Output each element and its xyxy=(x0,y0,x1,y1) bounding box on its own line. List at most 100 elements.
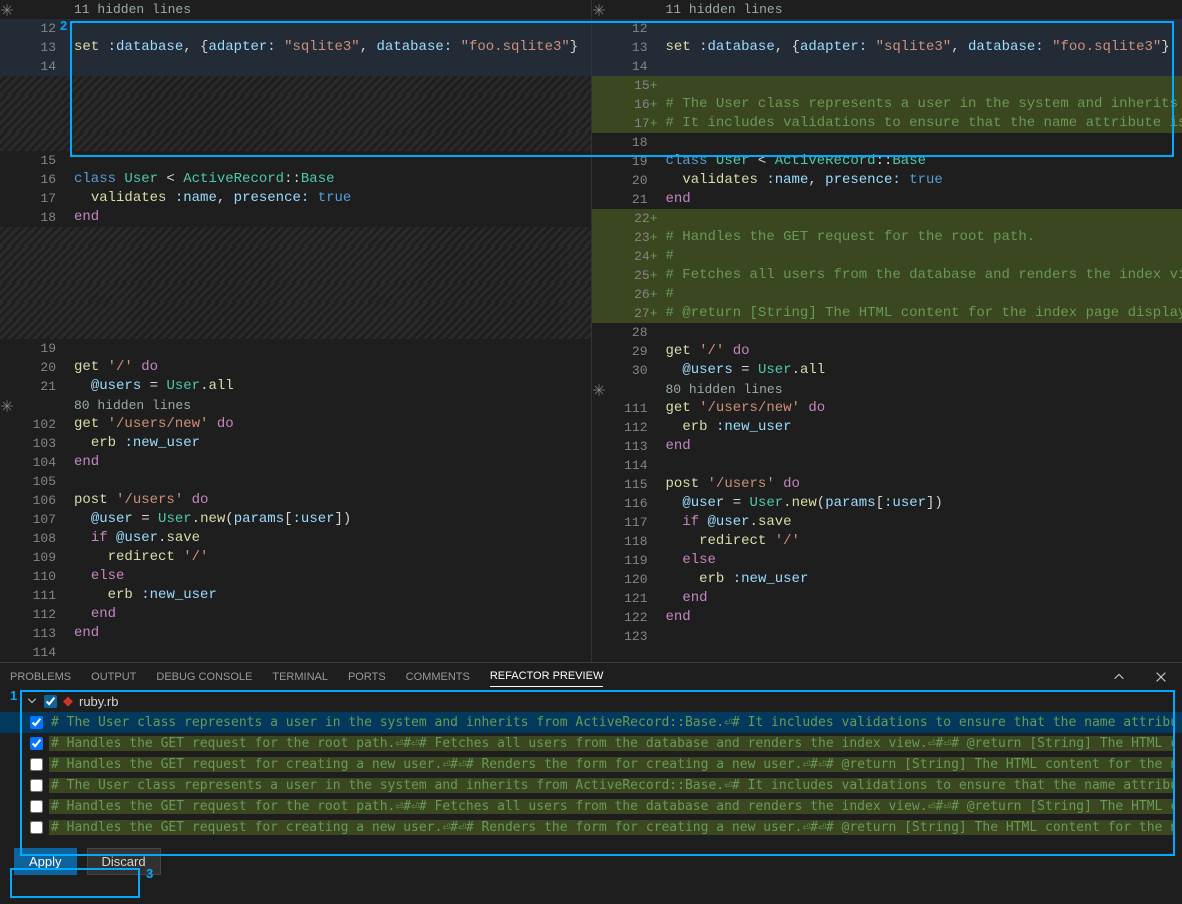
code-line[interactable]: 18 xyxy=(592,133,1182,152)
code-line[interactable] xyxy=(0,95,591,114)
code-line[interactable]: 18end xyxy=(0,208,591,227)
refactor-item[interactable]: # Handles the GET request for the root p… xyxy=(0,733,1182,754)
apply-button[interactable]: Apply xyxy=(14,848,77,875)
code-line[interactable]: 119 else xyxy=(592,551,1182,570)
code-line[interactable] xyxy=(0,246,591,265)
code-line[interactable]: 21end xyxy=(592,190,1182,209)
tab-terminal[interactable]: TERMINAL xyxy=(272,667,328,687)
tab-refactor-preview[interactable]: REFACTOR PREVIEW xyxy=(490,666,603,687)
code-line[interactable]: 112 end xyxy=(0,605,591,624)
close-icon[interactable] xyxy=(1150,670,1172,684)
code-line[interactable]: 12 xyxy=(592,19,1182,38)
tab-output[interactable]: OUTPUT xyxy=(91,667,136,687)
chevron-up-icon[interactable] xyxy=(1108,670,1130,684)
code-line[interactable]: 108 if @user.save xyxy=(0,529,591,548)
code-line[interactable]: 19 xyxy=(0,339,591,358)
tab-comments[interactable]: COMMENTS xyxy=(406,667,470,687)
refactor-item-checkbox[interactable] xyxy=(30,779,43,792)
code-line[interactable]: 114 xyxy=(0,643,591,662)
fold-icon[interactable] xyxy=(592,3,606,17)
code-line[interactable]: 14 xyxy=(592,57,1182,76)
refactor-file-row[interactable]: ◆ ruby.rb xyxy=(0,690,1182,712)
folded-lines-row[interactable]: 80 hidden lines xyxy=(0,396,591,415)
code-line[interactable] xyxy=(0,227,591,246)
code-line[interactable]: 117 if @user.save xyxy=(592,513,1182,532)
code-line[interactable]: 123 xyxy=(592,627,1182,646)
refactor-item-checkbox[interactable] xyxy=(30,800,43,813)
code-line[interactable]: 102get '/users/new' do xyxy=(0,415,591,434)
code-line[interactable]: 113end xyxy=(0,624,591,643)
code-line[interactable]: 118 redirect '/' xyxy=(592,532,1182,551)
code-line[interactable]: 19class User < ActiveRecord::Base xyxy=(592,152,1182,171)
file-checkbox[interactable] xyxy=(44,695,57,708)
code-line[interactable]: 112 erb :new_user xyxy=(592,418,1182,437)
refactor-item[interactable]: # The User class represents a user in th… xyxy=(0,712,1182,733)
code-line[interactable]: 103 erb :new_user xyxy=(0,434,591,453)
refactor-item[interactable]: # Handles the GET request for the root p… xyxy=(0,796,1182,817)
code-line[interactable]: 15+ xyxy=(592,76,1182,95)
code-line[interactable]: 15 xyxy=(0,151,591,170)
code-line[interactable]: 122end xyxy=(592,608,1182,627)
refactor-item[interactable]: # The User class represents a user in th… xyxy=(0,775,1182,796)
code-line[interactable] xyxy=(0,264,591,283)
code-line[interactable]: 23+# Handles the GET request for the roo… xyxy=(592,228,1182,247)
code-line[interactable]: 16class User < ActiveRecord::Base xyxy=(0,170,591,189)
refactor-item-checkbox[interactable] xyxy=(30,716,43,729)
code-line[interactable]: 27+# @return [String] The HTML content f… xyxy=(592,304,1182,323)
code-line[interactable]: 111 erb :new_user xyxy=(0,586,591,605)
code-line[interactable]: 114 xyxy=(592,456,1182,475)
code-line[interactable]: 115post '/users' do xyxy=(592,475,1182,494)
code-line[interactable]: 106post '/users' do xyxy=(0,491,591,510)
diff-left-pane[interactable]: 11 hidden lines 12 13set :database, {ada… xyxy=(0,0,592,662)
code-line[interactable]: 16+# The User class represents a user in… xyxy=(592,95,1182,114)
code-line[interactable]: 28 xyxy=(592,323,1182,342)
code-line[interactable] xyxy=(0,283,591,302)
refactor-item-checkbox[interactable] xyxy=(30,737,43,750)
code-line[interactable] xyxy=(0,113,591,132)
refactor-item[interactable]: # Handles the GET request for creating a… xyxy=(0,817,1182,838)
code-line[interactable]: 121 end xyxy=(592,589,1182,608)
code-line[interactable]: 13set :database, {adapter: "sqlite3", da… xyxy=(0,38,591,57)
fold-icon[interactable] xyxy=(0,3,14,17)
code-line[interactable]: 22+ xyxy=(592,209,1182,228)
refactor-item[interactable]: # Handles the GET request for creating a… xyxy=(0,754,1182,775)
code-line[interactable]: 21 @users = User.all xyxy=(0,377,591,396)
code-line[interactable] xyxy=(0,132,591,151)
code-line[interactable]: 12 xyxy=(0,19,591,38)
tab-debug-console[interactable]: DEBUG CONSOLE xyxy=(156,667,252,687)
tab-problems[interactable]: PROBLEMS xyxy=(10,667,71,687)
code-line[interactable]: 105 xyxy=(0,472,591,491)
code-line[interactable]: 29get '/' do xyxy=(592,342,1182,361)
fold-icon[interactable] xyxy=(592,383,606,397)
fold-icon[interactable] xyxy=(0,399,14,413)
chevron-down-icon[interactable] xyxy=(26,695,38,707)
code-line[interactable]: 13set :database, {adapter: "sqlite3", da… xyxy=(592,38,1182,57)
code-line[interactable] xyxy=(0,302,591,321)
code-line[interactable]: 107 @user = User.new(params[:user]) xyxy=(0,510,591,529)
code-line[interactable]: 20 validates :name, presence: true xyxy=(592,171,1182,190)
code-line[interactable]: 116 @user = User.new(params[:user]) xyxy=(592,494,1182,513)
code-line[interactable]: 113end xyxy=(592,437,1182,456)
refactor-item-checkbox[interactable] xyxy=(30,758,43,771)
code-line[interactable]: 110 else xyxy=(0,567,591,586)
folded-lines-row[interactable]: 80 hidden lines xyxy=(592,380,1182,399)
folded-lines-row[interactable]: 11 hidden lines xyxy=(592,0,1182,19)
code-line[interactable]: 17 validates :name, presence: true xyxy=(0,189,591,208)
code-line[interactable]: 26+# xyxy=(592,285,1182,304)
code-line[interactable]: 120 erb :new_user xyxy=(592,570,1182,589)
code-line[interactable]: 30 @users = User.all xyxy=(592,361,1182,380)
code-line[interactable]: 109 redirect '/' xyxy=(0,548,591,567)
code-line[interactable]: 111get '/users/new' do xyxy=(592,399,1182,418)
code-line[interactable] xyxy=(0,76,591,95)
code-line[interactable]: 25+# Fetches all users from the database… xyxy=(592,266,1182,285)
code-line[interactable]: 20get '/' do xyxy=(0,358,591,377)
code-line[interactable]: 24+# xyxy=(592,247,1182,266)
code-line[interactable]: 14 xyxy=(0,57,591,76)
refactor-item-checkbox[interactable] xyxy=(30,821,43,834)
diff-right-pane[interactable]: 11 hidden lines 12 13set :database, {ada… xyxy=(592,0,1182,662)
code-line[interactable]: 17+# It includes validations to ensure t… xyxy=(592,114,1182,133)
code-line[interactable]: 104end xyxy=(0,453,591,472)
code-line[interactable] xyxy=(0,320,591,339)
tab-ports[interactable]: PORTS xyxy=(348,667,386,687)
folded-lines-row[interactable]: 11 hidden lines xyxy=(0,0,591,19)
